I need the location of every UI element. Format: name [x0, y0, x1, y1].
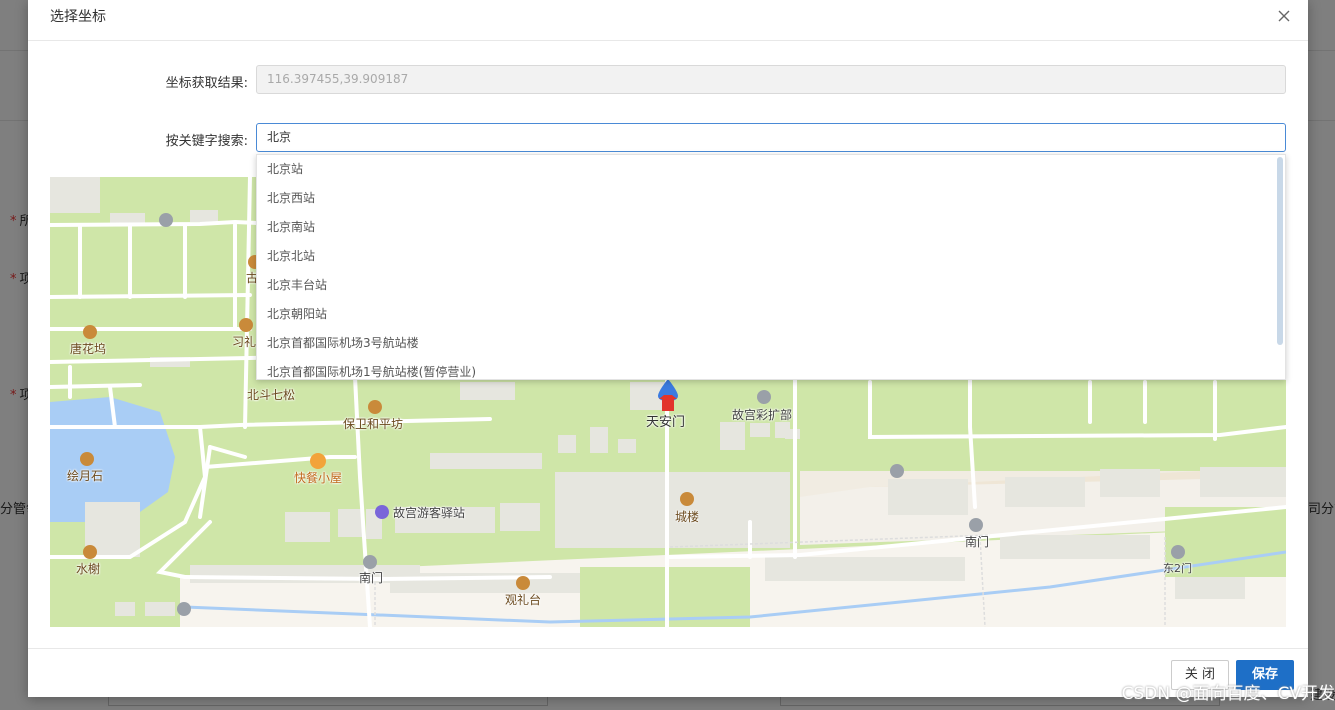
coord-result-label: 坐标获取结果:	[165, 76, 248, 91]
map-label-tanghuawu: 唐花坞	[70, 342, 107, 356]
select-coordinate-dialog: 选择坐标 坐标获取结果: 116.397455,39.909187 按关键字搜索…	[28, 0, 1308, 697]
coord-result-field: 116.397455,39.909187	[256, 65, 1286, 94]
keyword-search-label: 按关键字搜索:	[165, 134, 248, 149]
suggestion-item[interactable]: 北京丰台站	[257, 271, 1285, 300]
map-label-nanmen-right: 南门	[965, 535, 990, 549]
csdn-watermark: CSDN @面向百度、CV开发	[1121, 684, 1335, 704]
map-label-gugongcaikuobu: 故宫彩扩部	[732, 408, 793, 422]
map-label-nanmen-left: 南门	[359, 571, 384, 585]
map-label-guanlitai: 观礼台	[505, 593, 542, 607]
dialog-title: 选择坐标	[50, 9, 106, 25]
map-label-tiananmen: 天安门	[646, 415, 686, 430]
map-label-shuixie: 水榭	[76, 562, 101, 576]
suggestion-item[interactable]: 北京首都国际机场3号航站楼	[257, 329, 1285, 358]
suggestion-item[interactable]: 北京朝阳站	[257, 300, 1285, 329]
suggestion-item[interactable]: 北京西站	[257, 184, 1285, 213]
map-label-dong2men: 东2门	[1163, 562, 1192, 575]
suggestion-item[interactable]: 北京南站	[257, 213, 1285, 242]
dialog-header: 选择坐标	[28, 0, 1308, 41]
search-suggestion-dropdown: 北京站 北京西站 北京南站 北京北站 北京丰台站 北京朝阳站 北京首都国际机场3…	[256, 154, 1286, 380]
suggestion-item[interactable]: 北京北站	[257, 242, 1285, 271]
suggestion-item[interactable]: 北京站	[257, 155, 1285, 184]
map-label-huiyueshi: 绘月石	[67, 469, 104, 483]
map-label-gugongyoukeyizhan: 故宫游客驿站	[393, 506, 466, 520]
suggestion-item[interactable]: 北京首都国际机场1号航站楼(暂停营业)	[257, 358, 1285, 379]
map-label-xili: 习礼	[232, 335, 257, 349]
map-label-beidouqisong: 北斗七松	[247, 388, 296, 402]
dialog-footer: 关 闭 保存	[28, 648, 1308, 697]
close-icon[interactable]	[1274, 6, 1294, 26]
map-label-chenglou: 城楼	[675, 510, 700, 524]
keyword-search-input[interactable]: 北京	[256, 123, 1286, 152]
map-label-baoweihepingfang: 保卫和平坊	[343, 417, 404, 431]
map-label-kuaicanxiaowu: 快餐小屋	[294, 471, 343, 485]
dropdown-scrollbar[interactable]	[1277, 157, 1283, 345]
